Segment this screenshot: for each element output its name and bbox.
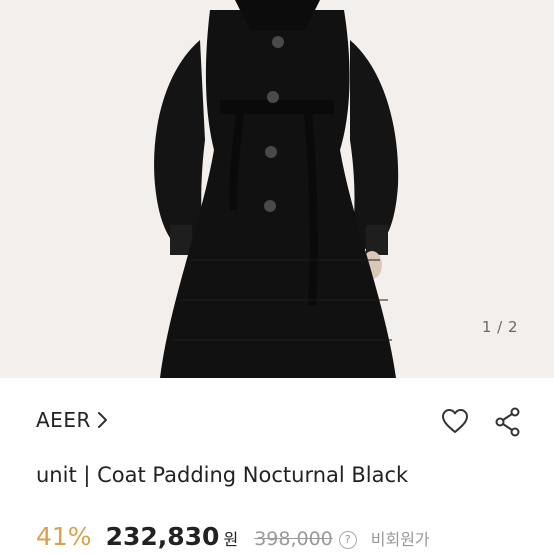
question-circle-icon[interactable]: ? bbox=[338, 531, 357, 549]
product-title: unit | Coat Padding Nocturnal Black bbox=[36, 463, 409, 487]
retail-price-label[interactable]: 비회원가 bbox=[371, 526, 430, 550]
product-image[interactable]: 1 / 2 bbox=[0, 0, 554, 378]
brand-row: AEER bbox=[0, 378, 554, 466]
coat-photo bbox=[154, 0, 399, 378]
image-counter: 1 / 2 bbox=[481, 318, 518, 336]
brand-link[interactable]: AEER bbox=[36, 408, 91, 432]
heart-icon[interactable] bbox=[441, 408, 469, 434]
currency-unit: 원 bbox=[223, 530, 239, 549]
original-price: 398,000 bbox=[254, 528, 333, 550]
discount-rate: 41% bbox=[36, 522, 92, 551]
chevron-right-icon[interactable] bbox=[96, 411, 110, 429]
sale-price: 232,830 bbox=[105, 522, 220, 551]
price-row: 41% 232,830 원 398,000 ? 비회원가 bbox=[36, 522, 430, 554]
share-icon[interactable] bbox=[494, 407, 522, 437]
